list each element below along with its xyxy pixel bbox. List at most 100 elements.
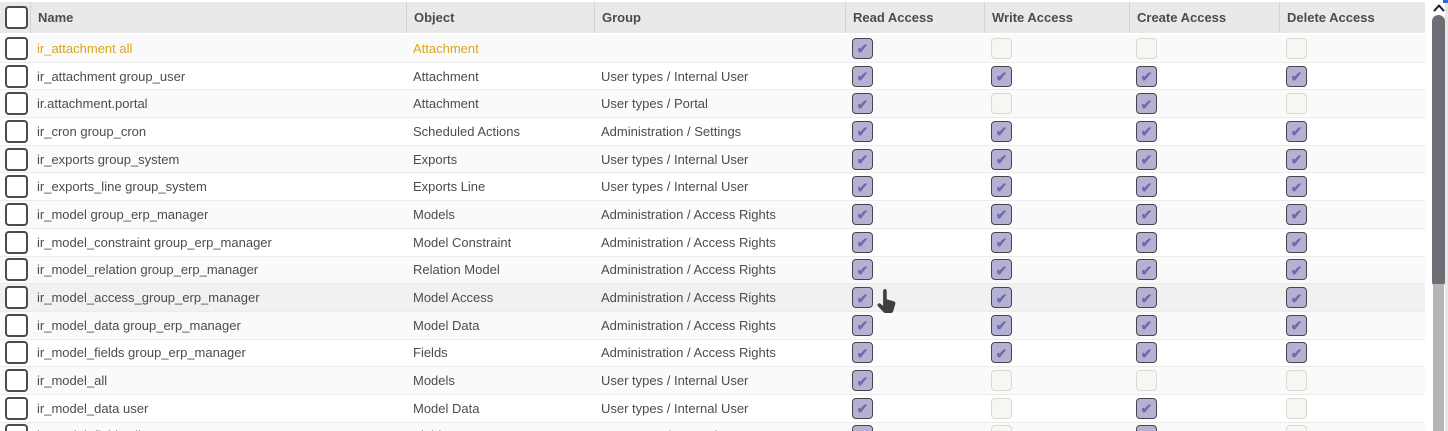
row-name-cell[interactable]: ir_exports group_system xyxy=(30,146,406,173)
write-access-checkbox[interactable]: ✔ xyxy=(991,176,1012,197)
delete-access-checkbox[interactable]: ✔ xyxy=(1286,425,1307,431)
create-access-checkbox[interactable]: ✔ xyxy=(1136,342,1157,363)
delete-access-checkbox[interactable]: ✔ xyxy=(1286,370,1307,391)
read-access-checkbox[interactable]: ✔ xyxy=(852,398,873,419)
row-select-checkbox[interactable] xyxy=(5,397,28,420)
row-select-checkbox[interactable] xyxy=(5,258,28,281)
delete-access-checkbox[interactable]: ✔ xyxy=(1286,315,1307,336)
scroll-up-button[interactable] xyxy=(1432,2,1446,14)
table-row[interactable]: ir_cron group_cron Scheduled Actions Adm… xyxy=(0,118,1425,146)
row-object-cell[interactable]: Models xyxy=(406,367,594,394)
create-access-checkbox[interactable]: ✔ xyxy=(1136,38,1157,59)
row-select-checkbox[interactable] xyxy=(5,37,28,60)
row-group-cell[interactable]: User types / Internal User xyxy=(594,63,845,90)
write-access-checkbox[interactable]: ✔ xyxy=(991,204,1012,225)
delete-access-checkbox[interactable]: ✔ xyxy=(1286,232,1307,253)
row-select-checkbox[interactable] xyxy=(5,369,28,392)
delete-access-checkbox[interactable]: ✔ xyxy=(1286,66,1307,87)
row-name-cell[interactable]: ir_exports_line group_system xyxy=(30,173,406,200)
table-row[interactable]: ir_model_constraint group_erp_manager Mo… xyxy=(0,229,1425,257)
row-group-cell[interactable]: User types / Internal User xyxy=(594,395,845,422)
write-access-checkbox[interactable]: ✔ xyxy=(991,66,1012,87)
table-row[interactable]: ir_model_data user Model Data User types… xyxy=(0,395,1425,423)
row-group-cell[interactable]: Administration / Access Rights xyxy=(594,340,845,367)
table-row[interactable]: ir_model group_erp_manager Models Admini… xyxy=(0,201,1425,229)
row-select-checkbox[interactable] xyxy=(5,120,28,143)
row-object-cell[interactable]: Scheduled Actions xyxy=(406,118,594,145)
read-access-checkbox[interactable]: ✔ xyxy=(852,149,873,170)
row-name-cell[interactable]: ir_model_all xyxy=(30,367,406,394)
table-row[interactable]: ir_model_relation group_erp_manager Rela… xyxy=(0,257,1425,285)
row-name-cell[interactable]: ir_cron group_cron xyxy=(30,118,406,145)
create-access-checkbox[interactable]: ✔ xyxy=(1136,370,1157,391)
column-header-name[interactable]: Name xyxy=(30,2,406,33)
read-access-checkbox[interactable]: ✔ xyxy=(852,287,873,308)
row-object-cell[interactable]: Model Access xyxy=(406,284,594,311)
table-row[interactable]: ir_model_fields group_erp_manager Fields… xyxy=(0,340,1425,368)
row-name-cell[interactable]: ir.attachment.portal xyxy=(30,90,406,117)
row-select-checkbox[interactable] xyxy=(5,148,28,171)
read-access-checkbox[interactable]: ✔ xyxy=(852,121,873,142)
row-name-cell[interactable]: ir_attachment group_user xyxy=(30,63,406,90)
read-access-checkbox[interactable]: ✔ xyxy=(852,176,873,197)
row-group-cell[interactable]: User types / Portal xyxy=(594,90,845,117)
scrollbar-track[interactable] xyxy=(1433,284,1444,431)
create-access-checkbox[interactable]: ✔ xyxy=(1136,121,1157,142)
row-group-cell[interactable]: User types / Internal User xyxy=(594,367,845,394)
write-access-checkbox[interactable]: ✔ xyxy=(991,232,1012,253)
row-group-cell[interactable]: User types / Internal User xyxy=(594,146,845,173)
delete-access-checkbox[interactable]: ✔ xyxy=(1286,398,1307,419)
row-object-cell[interactable]: Attachment xyxy=(406,35,594,62)
table-row[interactable]: ir_model_fields all Fields User types / … xyxy=(0,423,1425,431)
column-header-group[interactable]: Group xyxy=(594,2,845,33)
column-header-read-access[interactable]: Read Access xyxy=(845,2,984,33)
create-access-checkbox[interactable]: ✔ xyxy=(1136,259,1157,280)
table-row[interactable]: ir.attachment.portal Attachment User typ… xyxy=(0,90,1425,118)
row-select-checkbox[interactable] xyxy=(5,424,28,431)
read-access-checkbox[interactable]: ✔ xyxy=(852,259,873,280)
write-access-checkbox[interactable]: ✔ xyxy=(991,121,1012,142)
row-name-cell[interactable]: ir_model group_erp_manager xyxy=(30,201,406,228)
row-object-cell[interactable]: Model Data xyxy=(406,395,594,422)
read-access-checkbox[interactable]: ✔ xyxy=(852,38,873,59)
delete-access-checkbox[interactable]: ✔ xyxy=(1286,204,1307,225)
read-access-checkbox[interactable]: ✔ xyxy=(852,93,873,114)
row-select-checkbox[interactable] xyxy=(5,286,28,309)
write-access-checkbox[interactable]: ✔ xyxy=(991,425,1012,431)
delete-access-checkbox[interactable]: ✔ xyxy=(1286,38,1307,59)
create-access-checkbox[interactable]: ✔ xyxy=(1136,176,1157,197)
scrollbar-thumb[interactable] xyxy=(1432,15,1445,288)
row-group-cell[interactable] xyxy=(594,35,845,62)
row-object-cell[interactable]: Models xyxy=(406,201,594,228)
table-row[interactable]: ir_exports group_system Exports User typ… xyxy=(0,146,1425,174)
create-access-checkbox[interactable]: ✔ xyxy=(1136,287,1157,308)
write-access-checkbox[interactable]: ✔ xyxy=(991,93,1012,114)
row-name-cell[interactable]: ir_model_data group_erp_manager xyxy=(30,312,406,339)
delete-access-checkbox[interactable]: ✔ xyxy=(1286,287,1307,308)
row-name-cell[interactable]: ir_model_relation group_erp_manager xyxy=(30,257,406,284)
create-access-checkbox[interactable]: ✔ xyxy=(1136,398,1157,419)
row-group-cell[interactable]: Administration / Settings xyxy=(594,118,845,145)
row-object-cell[interactable]: Attachment xyxy=(406,63,594,90)
read-access-checkbox[interactable]: ✔ xyxy=(852,370,873,391)
read-access-checkbox[interactable]: ✔ xyxy=(852,315,873,336)
row-object-cell[interactable]: Fields xyxy=(406,340,594,367)
row-object-cell[interactable]: Fields xyxy=(406,423,594,431)
create-access-checkbox[interactable]: ✔ xyxy=(1136,93,1157,114)
row-group-cell[interactable]: Administration / Access Rights xyxy=(594,312,845,339)
create-access-checkbox[interactable]: ✔ xyxy=(1136,66,1157,87)
column-header-create-access[interactable]: Create Access xyxy=(1129,2,1279,33)
row-name-cell[interactable]: ir_model_data user xyxy=(30,395,406,422)
read-access-checkbox[interactable]: ✔ xyxy=(852,342,873,363)
row-group-cell[interactable]: Administration / Access Rights xyxy=(594,201,845,228)
delete-access-checkbox[interactable]: ✔ xyxy=(1286,176,1307,197)
row-object-cell[interactable]: Attachment xyxy=(406,90,594,117)
create-access-checkbox[interactable]: ✔ xyxy=(1136,232,1157,253)
row-select-checkbox[interactable] xyxy=(5,92,28,115)
delete-access-checkbox[interactable]: ✔ xyxy=(1286,259,1307,280)
row-group-cell[interactable]: User types / Internal User xyxy=(594,173,845,200)
row-object-cell[interactable]: Exports Line xyxy=(406,173,594,200)
row-object-cell[interactable]: Model Data xyxy=(406,312,594,339)
row-group-cell[interactable]: Administration / Access Rights xyxy=(594,257,845,284)
row-object-cell[interactable]: Relation Model xyxy=(406,257,594,284)
